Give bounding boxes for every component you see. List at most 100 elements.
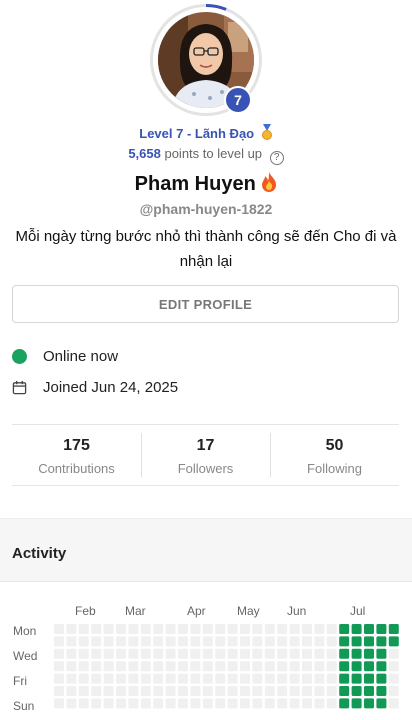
stat-value: 50 — [325, 437, 344, 454]
heatmap-cell — [128, 673, 139, 684]
heatmap-cell — [240, 636, 250, 647]
heatmap-cell — [128, 661, 139, 672]
online-text: Online now — [43, 348, 119, 365]
heatmap-cell — [302, 636, 312, 647]
heatmap-cell — [78, 686, 89, 696]
heatmap-cell — [116, 673, 126, 684]
heatmap-cell — [227, 636, 238, 647]
heatmap-cell — [54, 686, 64, 696]
heatmap-cell — [165, 698, 176, 709]
heatmap-cell — [165, 661, 176, 672]
heatmap-cell — [314, 673, 325, 684]
heatmap-cell — [364, 686, 374, 696]
heatmap-cell — [202, 673, 213, 684]
heatmap-cell — [326, 686, 337, 696]
heatmap-cell — [116, 661, 126, 672]
heatmap-cell — [314, 698, 325, 709]
heatmap-cell — [178, 698, 188, 709]
heatmap-cell — [178, 636, 188, 647]
heatmap-cell — [54, 636, 64, 647]
heatmap-cell — [364, 636, 374, 647]
heatmap-cell — [66, 686, 77, 696]
heatmap-cell — [178, 673, 188, 684]
heatmap-cell — [364, 624, 374, 634]
heatmap-cell — [339, 648, 350, 659]
heatmap-cell — [103, 648, 114, 659]
heatmap-cell — [326, 648, 337, 659]
heatmap-cell — [190, 624, 201, 634]
heatmap-cell — [103, 661, 114, 672]
heatmap-cell — [351, 624, 362, 634]
heatmap-cell — [314, 636, 325, 647]
heatmap-cell — [302, 698, 312, 709]
heatmap-cell — [103, 686, 114, 696]
heatmap-cell — [165, 673, 176, 684]
heatmap-cell — [240, 661, 250, 672]
heatmap-cell — [302, 661, 312, 672]
heatmap-cell — [153, 673, 164, 684]
level-badge: 7 — [224, 86, 252, 114]
heatmap-cell — [190, 673, 201, 684]
heatmap-cell — [91, 661, 102, 672]
profile-bio: Mỗi ngày từng bước nhỏ thì thành công sẽ… — [15, 228, 397, 270]
heatmap-cell — [364, 673, 374, 684]
edit-profile-button[interactable]: EDIT PROFILE — [12, 285, 399, 323]
heatmap-cell — [178, 648, 188, 659]
heatmap-cell — [376, 673, 387, 684]
points-to-level: 5,658 points to level up ? — [0, 146, 412, 165]
heatmap-cell — [314, 624, 325, 634]
stat-following[interactable]: 50 Following — [270, 425, 399, 485]
heatmap-cell — [140, 698, 151, 709]
heatmap-cell — [116, 624, 126, 634]
heatmap-cell — [215, 648, 226, 659]
heatmap-cell — [128, 686, 139, 696]
activity-section: Activity Feb Mar Apr May Jun Jul Mon Wed… — [0, 518, 412, 720]
heatmap-cell — [153, 624, 164, 634]
heatmap-cell — [277, 686, 288, 696]
heatmap-cell — [364, 661, 374, 672]
points-suffix: points to level up — [160, 146, 263, 161]
heatmap-cell — [289, 673, 300, 684]
heatmap-cell — [66, 624, 77, 634]
heatmap-cell — [54, 661, 64, 672]
points-value: 5,658 — [128, 146, 161, 161]
heatmap-cell — [264, 686, 275, 696]
heatmap-cell — [190, 686, 201, 696]
heatmap-cell — [289, 624, 300, 634]
stat-value: 17 — [196, 437, 215, 454]
heatmap-cell — [339, 686, 350, 696]
heatmap-cell — [289, 698, 300, 709]
heatmap-cell — [351, 661, 362, 672]
heatmap-cell — [376, 636, 387, 647]
stat-contributions[interactable]: 175 Contributions — [12, 425, 141, 485]
heatmap-cell — [165, 648, 176, 659]
heatmap-cell — [252, 673, 263, 684]
heatmap-cell — [227, 698, 238, 709]
heatmap-cell — [314, 686, 325, 696]
heatmap-cell — [289, 636, 300, 647]
stat-value: 175 — [63, 437, 90, 454]
heatmap-cell — [252, 661, 263, 672]
heatmap-cell — [339, 624, 350, 634]
heatmap-cell — [277, 624, 288, 634]
heatmap-cell — [103, 673, 114, 684]
heatmap-cell — [178, 686, 188, 696]
heatmap-cell — [66, 698, 77, 709]
stat-label: Contributions — [38, 461, 115, 476]
heatmap-cell — [66, 673, 77, 684]
heatmap-cell — [128, 624, 139, 634]
stat-followers[interactable]: 17 Followers — [141, 425, 270, 485]
profile-name: Pham Huyen — [0, 172, 412, 196]
heatmap-cell — [215, 624, 226, 634]
heatmap-cell — [78, 648, 89, 659]
heatmap-cell — [264, 648, 275, 659]
heatmap-cell — [351, 698, 362, 709]
help-circle-icon[interactable]: ? — [269, 151, 284, 165]
heatmap-cell — [376, 648, 387, 659]
heatmap-cell — [264, 661, 275, 672]
heatmap-cell — [128, 636, 139, 647]
calendar-icon — [12, 380, 27, 395]
heatmap-cell — [116, 686, 126, 696]
heatmap-cell — [66, 661, 77, 672]
heatmap-cell — [264, 636, 275, 647]
